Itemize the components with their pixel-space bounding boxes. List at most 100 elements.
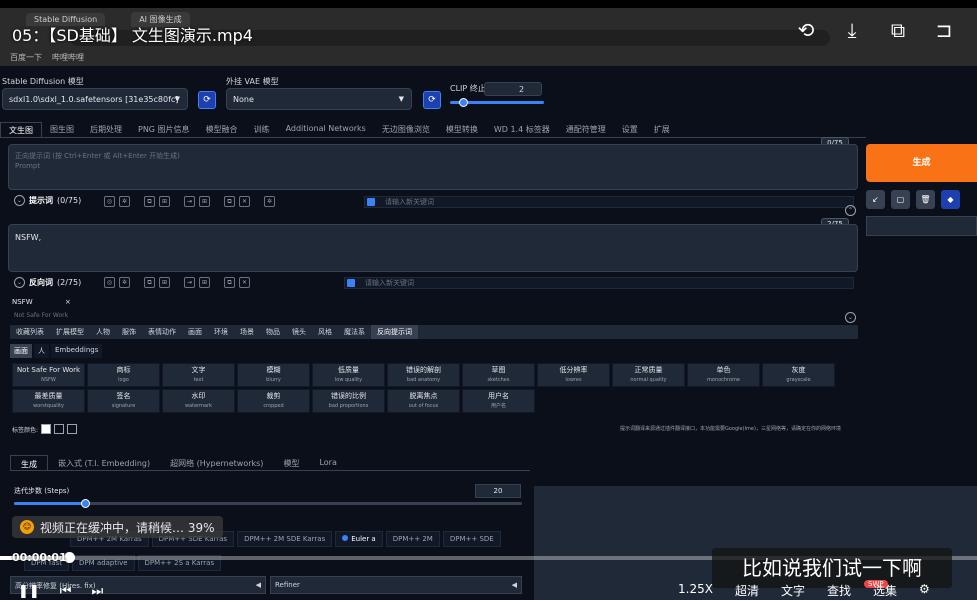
- history-icon[interactable]: ⧉: [224, 277, 235, 288]
- tag-button[interactable]: 用户名 用户名: [462, 389, 535, 413]
- tag-button[interactable]: 最差质量 worstquality: [12, 389, 85, 413]
- tag-button[interactable]: 单色 monochrome: [687, 363, 760, 387]
- main-tab[interactable]: 图生图: [42, 122, 82, 137]
- copy-icon[interactable]: ⧉: [144, 277, 155, 288]
- read-params-icon[interactable]: ↙: [866, 190, 885, 209]
- tag-button[interactable]: 正常质量 normal quality: [612, 363, 685, 387]
- chevron-up-icon[interactable]: ⌃: [845, 205, 856, 216]
- category-tab[interactable]: 表情动作: [142, 325, 182, 339]
- color-swatch[interactable]: [41, 424, 52, 434]
- tag-close-icon[interactable]: ×: [65, 298, 71, 306]
- text-button[interactable]: 文字: [781, 582, 805, 599]
- category-tab[interactable]: 扩展模型: [50, 325, 90, 339]
- main-tab[interactable]: 通配符管理: [558, 122, 614, 137]
- paste-icon[interactable]: ⊞: [159, 196, 170, 207]
- steps-slider-knob[interactable]: [81, 499, 91, 508]
- gear-icon[interactable]: ✲: [119, 196, 130, 207]
- chevron-down-icon[interactable]: ⌄: [845, 312, 856, 323]
- category-tab[interactable]: 服饰: [116, 325, 142, 339]
- prompt-input[interactable]: 正向提示词 (按 Ctrl+Enter 或 Alt+Enter 开始生成) Pr…: [8, 144, 858, 190]
- main-tab[interactable]: 训练: [246, 122, 278, 137]
- settings-icon[interactable]: ⚙: [919, 582, 930, 599]
- generation-tab[interactable]: 超网络 (Hypernetworks): [160, 455, 273, 470]
- tag-button[interactable]: 商标 logo: [87, 363, 160, 387]
- main-tab[interactable]: PNG 图片信息: [130, 122, 198, 137]
- main-tab[interactable]: 模型转换: [438, 122, 486, 137]
- clip-slider-knob[interactable]: [459, 98, 469, 107]
- tag-button[interactable]: 灰度 grayscale: [762, 363, 835, 387]
- main-tab[interactable]: 文生图: [0, 122, 42, 137]
- next-icon[interactable]: ⏭: [92, 584, 104, 599]
- category-tab[interactable]: 物品: [260, 325, 286, 339]
- collapse-icon[interactable]: ⌄: [14, 277, 25, 288]
- category-tab[interactable]: 收藏列表: [10, 325, 50, 339]
- trash-icon[interactable]: ✕: [239, 277, 250, 288]
- category-tab[interactable]: 场景: [234, 325, 260, 339]
- tag-button[interactable]: 水印 watermark: [162, 389, 235, 413]
- trash-icon[interactable]: 🗑: [916, 190, 935, 209]
- copy-icon[interactable]: ⧉: [144, 196, 155, 207]
- tag-button[interactable]: 签名 signature: [87, 389, 160, 413]
- pip-icon[interactable]: ⊐: [931, 18, 957, 42]
- prompt-keyword-input[interactable]: 请输入新关键词: [364, 196, 854, 208]
- color-swatch[interactable]: [54, 424, 65, 434]
- paste-icon[interactable]: ▢: [891, 190, 910, 209]
- tag-button[interactable]: Not Safe For Work NSFW: [12, 363, 85, 387]
- settings-icon[interactable]: ✲: [264, 196, 275, 207]
- export-icon[interactable]: ⊞: [199, 196, 210, 207]
- share-icon[interactable]: ⟲: [793, 18, 819, 42]
- speed-button[interactable]: 1.25X: [678, 582, 713, 599]
- globe-icon[interactable]: ◎: [104, 196, 115, 207]
- history-icon[interactable]: ⧉: [224, 196, 235, 207]
- sub-tab[interactable]: 人: [34, 344, 49, 358]
- bookmark-1[interactable]: 百度一下: [10, 52, 42, 63]
- main-tab[interactable]: 设置: [614, 122, 646, 137]
- main-tab[interactable]: Additional Networks: [278, 122, 374, 137]
- main-tab[interactable]: 无边图像浏览: [374, 122, 438, 137]
- prev-icon[interactable]: ⏮: [60, 584, 72, 599]
- vae-select[interactable]: None ▼: [226, 88, 412, 110]
- color-swatch[interactable]: [67, 424, 78, 434]
- generation-tab[interactable]: 模型: [273, 455, 309, 470]
- download-icon[interactable]: ⤓: [839, 18, 865, 42]
- quality-button[interactable]: 超清: [735, 582, 759, 599]
- screenshot-icon[interactable]: ⧉: [885, 18, 911, 42]
- import-icon[interactable]: ⇥: [184, 277, 195, 288]
- sub-tab[interactable]: Embeddings: [51, 344, 103, 358]
- refresh-vae-button[interactable]: ⟳: [423, 91, 441, 109]
- model-select[interactable]: sdxl1.0\sdxl_1.0.safetensors [31e35c80fc…: [2, 88, 188, 110]
- category-tab[interactable]: 魔法系: [338, 325, 371, 339]
- category-tab[interactable]: 风格: [312, 325, 338, 339]
- sampler-option[interactable]: DPM++ 2M: [385, 531, 440, 547]
- negative-prompt-input[interactable]: NSFW,: [8, 224, 858, 272]
- main-tab[interactable]: WD 1.4 标签器: [486, 122, 558, 137]
- checkbox-icon[interactable]: [367, 198, 375, 206]
- collapse-icon[interactable]: ⌄: [14, 195, 25, 206]
- tag-button[interactable]: 低质量 low quality: [312, 363, 385, 387]
- import-icon[interactable]: ⇥: [184, 196, 195, 207]
- refresh-model-button[interactable]: ⟳: [198, 91, 216, 109]
- main-tab[interactable]: 扩展: [646, 122, 678, 137]
- tag-button[interactable]: 模糊 blurry: [237, 363, 310, 387]
- steps-slider-track[interactable]: [14, 502, 522, 505]
- find-button[interactable]: 查找: [827, 582, 851, 599]
- category-tab[interactable]: 人物: [90, 325, 116, 339]
- styles-dropdown[interactable]: [866, 216, 977, 236]
- sampler-option[interactable]: DPM++ 2M SDE Karras: [237, 531, 333, 547]
- category-tab[interactable]: 环境: [208, 325, 234, 339]
- globe-icon[interactable]: ◎: [104, 277, 115, 288]
- category-tab[interactable]: 镜头: [286, 325, 312, 339]
- paste-icon[interactable]: ⊞: [159, 277, 170, 288]
- tag-button[interactable]: 错误的比例 bad proportions: [312, 389, 385, 413]
- tag-button[interactable]: 低分辨率 lowres: [537, 363, 610, 387]
- sub-tab[interactable]: 画面: [10, 344, 32, 358]
- tag-button[interactable]: 错误的解剖 bad anatomy: [387, 363, 460, 387]
- generation-tab[interactable]: Lora: [309, 455, 346, 470]
- trash-icon[interactable]: ✕: [239, 196, 250, 207]
- pause-icon[interactable]: ❚❚: [18, 584, 40, 599]
- export-icon[interactable]: ⊞: [199, 277, 210, 288]
- checkbox-icon[interactable]: [347, 279, 355, 287]
- sampler-option[interactable]: Euler a: [335, 531, 383, 547]
- generate-button[interactable]: 生成: [866, 144, 977, 182]
- generation-tab[interactable]: 生成: [10, 455, 48, 470]
